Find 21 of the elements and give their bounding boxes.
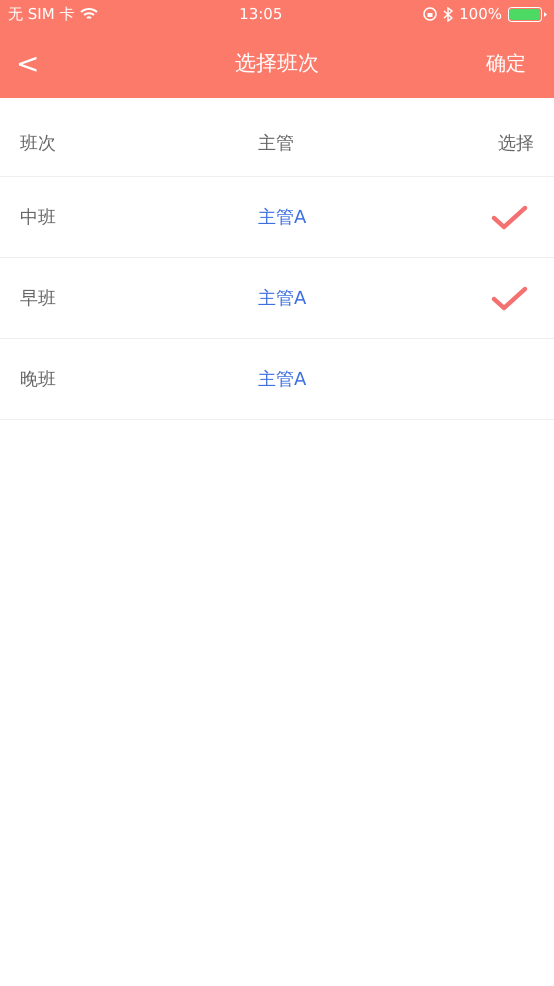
battery-icon (508, 6, 548, 22)
check-icon[interactable] (491, 285, 528, 311)
column-header: 班次 (20, 132, 57, 155)
bluetooth-icon (443, 6, 454, 22)
page-title: 选择班次 (235, 50, 319, 77)
clock-text: 13:05 (239, 5, 282, 23)
shift-name: 晚班 (20, 368, 57, 391)
shift-name: 中班 (20, 206, 57, 229)
column-header: 选择 (498, 132, 534, 155)
wifi-icon (80, 7, 98, 21)
rotation-lock-icon (423, 7, 438, 21)
column-header: 主管 (258, 132, 295, 155)
carrier-text: 无 SIM 卡 (8, 4, 74, 24)
battery-text: 100% (459, 5, 502, 23)
shift-name: 早班 (20, 287, 57, 310)
manager-link[interactable]: 主管A (258, 205, 454, 229)
back-button[interactable]: < (16, 46, 76, 80)
confirm-button[interactable]: 确定 (478, 50, 538, 76)
manager-link[interactable]: 主管A (258, 286, 454, 310)
check-icon[interactable] (491, 204, 528, 230)
manager-link[interactable]: 主管A (258, 367, 454, 391)
